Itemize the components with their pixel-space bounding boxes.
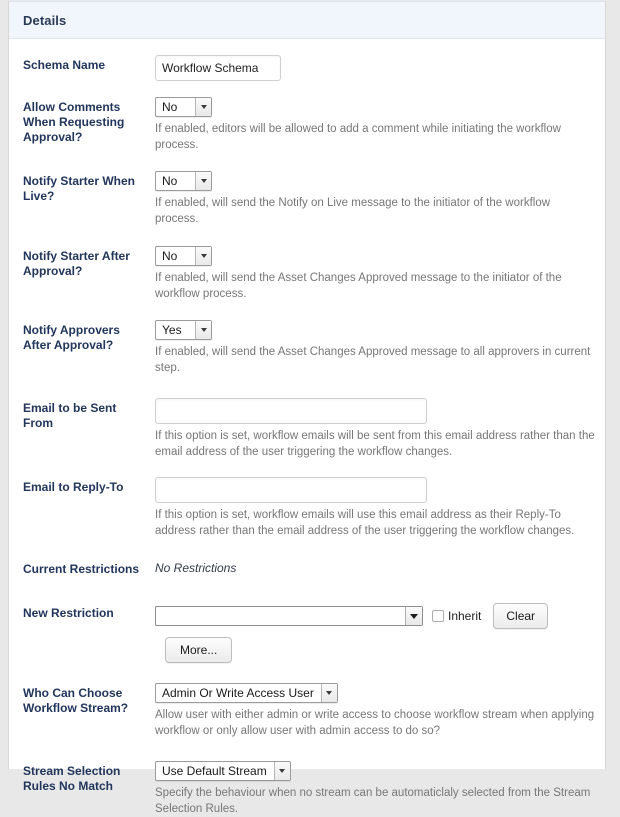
field-row-schema-name: Schema Name <box>9 55 605 81</box>
chevron-down-icon <box>273 762 290 780</box>
field-row-notify-starter-live: Notify Starter When Live? No If enabled,… <box>9 171 605 227</box>
allow-comments-select-value: No <box>162 100 178 114</box>
note-stream-selection-no-match: Specify the behaviour when no stream can… <box>155 787 591 815</box>
field-email-reply-to: If this option is set, workflow emails w… <box>155 477 595 539</box>
more-button[interactable]: More... <box>165 637 233 663</box>
field-row-allow-comments: Allow Comments When Requesting Approval?… <box>9 97 605 153</box>
field-email-sent-from: If this option is set, workflow emails w… <box>155 398 595 460</box>
label-email-reply-to: Email to Reply-To <box>23 480 124 494</box>
inherit-checkbox-label: Inherit <box>448 609 482 623</box>
notify-starter-after-approval-select[interactable]: No <box>155 246 212 266</box>
notify-starter-live-select-value: No <box>162 174 178 188</box>
who-can-choose-stream-select-value: Admin Or Write Access User <box>162 686 314 700</box>
notify-starter-live-select[interactable]: No <box>155 171 212 191</box>
label-notify-starter-after-approval: Notify Starter After Approval? <box>23 249 130 278</box>
who-can-choose-stream-select[interactable]: Admin Or Write Access User <box>155 683 338 703</box>
label-notify-starter-live: Notify Starter When Live? <box>23 174 136 203</box>
note-email-sent-from: If this option is set, workflow emails w… <box>155 430 595 458</box>
label-schema-name: Schema Name <box>23 58 106 72</box>
stream-selection-no-match-select[interactable]: Use Default Stream <box>155 761 291 781</box>
notify-starter-after-approval-select-value: No <box>162 249 178 263</box>
notify-approvers-after-approval-select-value: Yes <box>162 323 182 337</box>
field-current-restrictions: No Restrictions <box>155 559 595 575</box>
email-reply-to-input[interactable] <box>155 477 427 503</box>
field-row-email-sent-from: Email to be Sent From If this option is … <box>9 398 605 460</box>
new-restriction-select[interactable] <box>155 606 423 626</box>
allow-comments-select[interactable]: No <box>155 97 212 117</box>
notify-approvers-after-approval-select[interactable]: Yes <box>155 320 212 340</box>
field-row-who-can-choose-stream: Who Can Choose Workflow Stream? Admin Or… <box>9 683 605 739</box>
field-new-restriction: Inherit Clear <box>155 603 595 629</box>
chevron-down-icon <box>405 607 422 625</box>
field-row-notify-approvers-after-approval: Notify Approvers After Approval? Yes If … <box>9 320 605 376</box>
field-row-current-restrictions: Current Restrictions No Restrictions <box>9 559 605 577</box>
field-row-more: More... <box>9 637 605 663</box>
schema-name-input[interactable] <box>155 55 281 81</box>
note-allow-comments: If enabled, editors will be allowed to a… <box>155 123 561 151</box>
new-restriction-select-value <box>156 607 405 625</box>
note-notify-starter-live: If enabled, will send the Notify on Live… <box>155 197 551 225</box>
field-notify-starter-after-approval: No If enabled, will send the Asset Chang… <box>155 246 595 302</box>
chevron-down-icon <box>195 98 211 116</box>
field-row-new-restriction: New Restriction Inherit Clear <box>9 603 605 629</box>
panel-header: Details <box>9 1 605 39</box>
field-who-can-choose-stream: Admin Or Write Access User Allow user wi… <box>155 683 595 739</box>
email-sent-from-input[interactable] <box>155 398 427 424</box>
label-email-sent-from: Email to be Sent From <box>23 401 117 430</box>
clear-button[interactable]: Clear <box>493 603 549 629</box>
label-stream-selection-no-match: Stream Selection Rules No Match <box>23 764 121 793</box>
page-title: Details <box>23 12 67 28</box>
label-allow-comments: Allow Comments When Requesting Approval? <box>23 100 125 144</box>
chevron-down-icon <box>195 247 211 265</box>
label-new-restriction: New Restriction <box>23 606 114 620</box>
field-schema-name <box>155 55 595 81</box>
label-notify-approvers-after-approval: Notify Approvers After Approval? <box>23 323 120 352</box>
label-who-can-choose-stream: Who Can Choose Workflow Stream? <box>23 686 129 715</box>
note-who-can-choose-stream: Allow user with either admin or write ac… <box>155 709 595 737</box>
details-panel: Details Schema Name Allow Comments When … <box>8 1 606 815</box>
panel-body: Schema Name Allow Comments When Requesti… <box>9 55 605 817</box>
field-notify-starter-live: No If enabled, will send the Notify on L… <box>155 171 595 227</box>
field-stream-selection-no-match: Use Default Stream Specify the behaviour… <box>155 761 595 817</box>
field-allow-comments: No If enabled, editors will be allowed t… <box>155 97 595 153</box>
current-restrictions-value: No Restrictions <box>155 561 237 575</box>
field-row-stream-selection-no-match: Stream Selection Rules No Match Use Defa… <box>9 761 605 817</box>
note-notify-starter-after-approval: If enabled, will send the Asset Changes … <box>155 272 562 300</box>
chevron-down-icon <box>320 684 337 702</box>
inherit-checkbox[interactable] <box>432 610 444 622</box>
field-row-email-reply-to: Email to Reply-To If this option is set,… <box>9 477 605 539</box>
label-current-restrictions: Current Restrictions <box>23 562 140 576</box>
note-notify-approvers-after-approval: If enabled, will send the Asset Changes … <box>155 346 591 374</box>
field-row-notify-starter-after-approval: Notify Starter After Approval? No If ena… <box>9 246 605 302</box>
chevron-down-icon <box>195 172 211 190</box>
field-notify-approvers-after-approval: Yes If enabled, will send the Asset Chan… <box>155 320 595 376</box>
inherit-checkbox-wrap[interactable]: Inherit <box>432 610 481 622</box>
stream-selection-no-match-select-value: Use Default Stream <box>162 764 267 778</box>
chevron-down-icon <box>195 321 211 339</box>
new-restriction-controls: Inherit Clear <box>155 603 595 629</box>
note-email-reply-to: If this option is set, workflow emails w… <box>155 509 575 537</box>
